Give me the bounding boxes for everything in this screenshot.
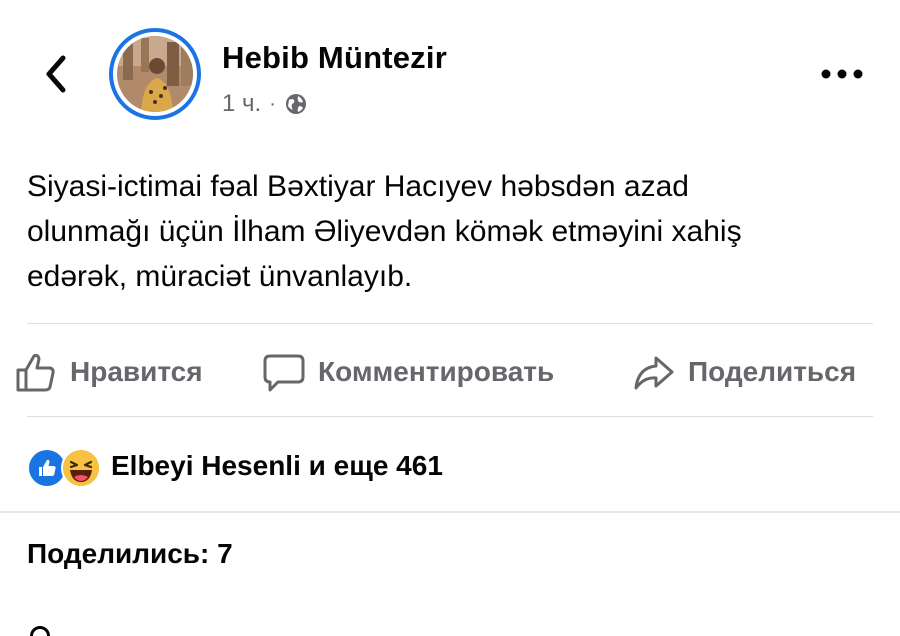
comment-button[interactable]: Комментировать bbox=[262, 345, 554, 399]
divider bbox=[27, 416, 873, 417]
haha-icon bbox=[61, 448, 101, 488]
avatar[interactable] bbox=[109, 28, 201, 120]
reactions-summary[interactable]: Elbeyi Hesenli и еще 461 bbox=[27, 442, 443, 490]
post-text-line: edərək, müraciət ünvanlayıb. bbox=[27, 260, 413, 293]
post-view: Hebib Müntezir 1 ч. · Siyasi-ictimai fəa… bbox=[0, 0, 900, 636]
post-text: Siyasi-ictimai fəal Bəxtiyar Hacıyev həb… bbox=[27, 164, 887, 299]
meta-separator: · bbox=[269, 92, 276, 115]
back-button[interactable] bbox=[36, 52, 76, 96]
section-divider bbox=[0, 511, 900, 513]
post-text-line: Siyasi-ictimai fəal Bəxtiyar Hacıyev həb… bbox=[27, 170, 689, 203]
avatar-image bbox=[117, 36, 193, 112]
comment-label: Комментировать bbox=[318, 356, 555, 387]
like-label: Нравится bbox=[70, 356, 203, 387]
more-options-button[interactable] bbox=[818, 62, 866, 86]
chevron-left-icon bbox=[46, 55, 66, 93]
divider bbox=[27, 323, 873, 324]
partial-icon bbox=[30, 626, 50, 636]
post-time[interactable]: 1 ч. bbox=[222, 90, 261, 118]
globe-icon bbox=[285, 94, 306, 114]
post-meta: 1 ч. · bbox=[222, 90, 308, 118]
more-icon bbox=[821, 69, 863, 79]
share-label: Поделиться bbox=[688, 356, 857, 387]
shares-count[interactable]: Поделились: 7 bbox=[27, 538, 233, 570]
reactions-text: Elbeyi Hesenli и еще 461 bbox=[111, 450, 443, 481]
like-button[interactable]: Нравится bbox=[14, 345, 203, 399]
thumbs-up-icon bbox=[16, 353, 55, 392]
post-text-line: olunmağı üçün İlham Əliyevdən kömək etmə… bbox=[27, 215, 742, 248]
author-name[interactable]: Hebib Müntezir bbox=[222, 40, 447, 76]
share-button[interactable]: Поделиться bbox=[632, 345, 856, 399]
comment-icon bbox=[263, 354, 305, 392]
reaction-icons bbox=[27, 446, 109, 488]
share-icon bbox=[634, 356, 674, 390]
